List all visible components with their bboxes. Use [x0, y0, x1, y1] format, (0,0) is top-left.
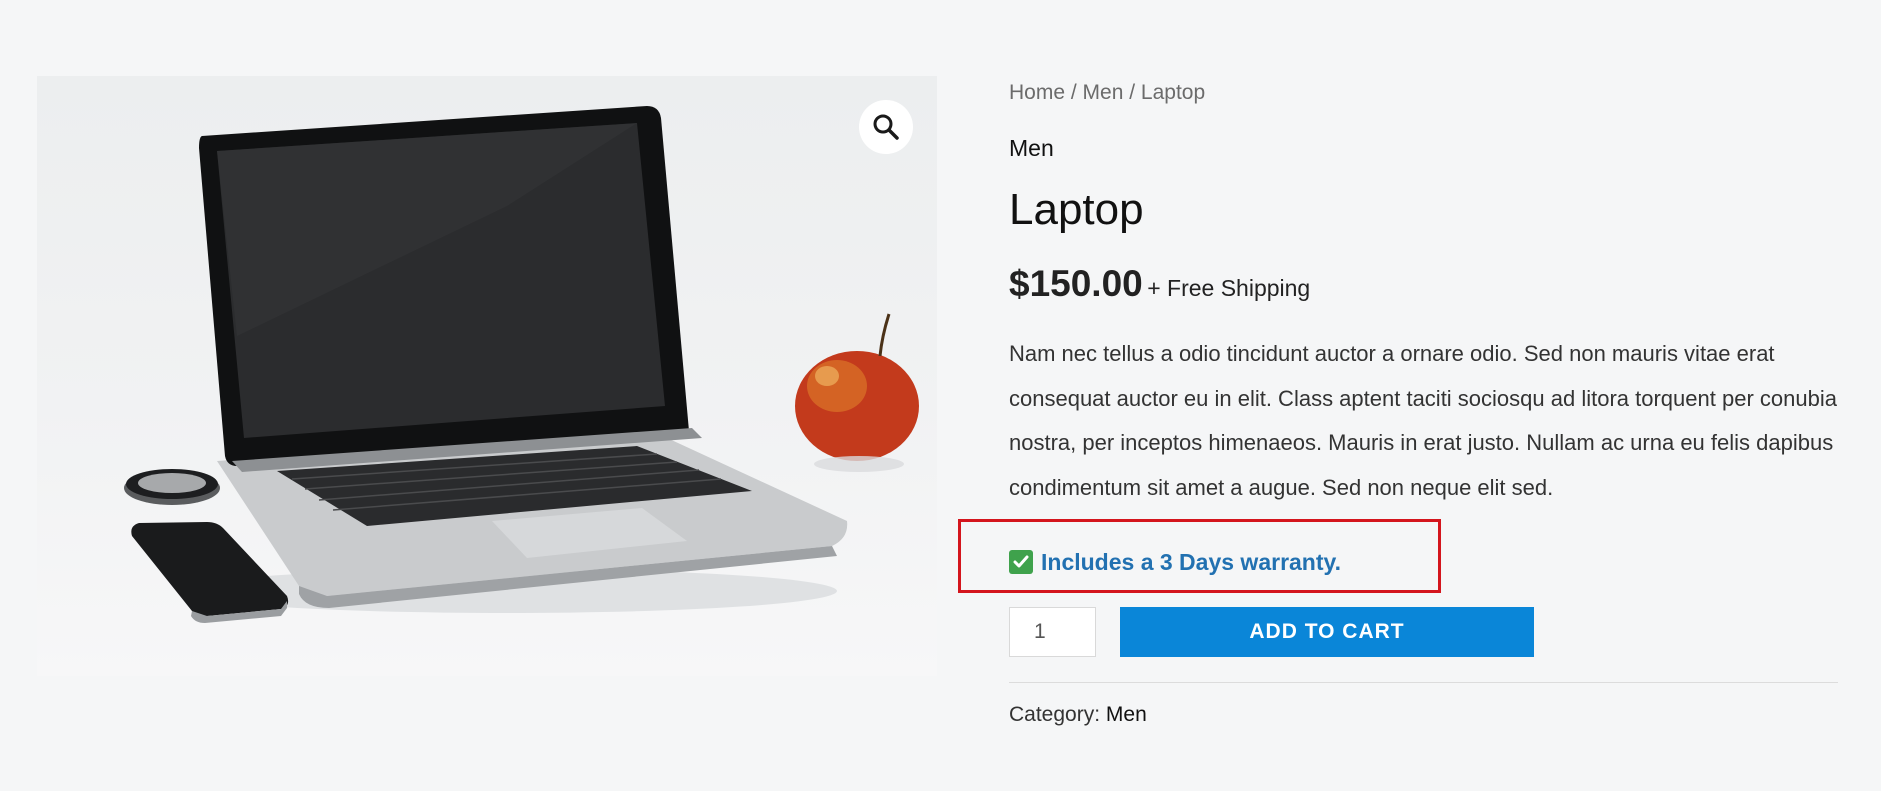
product-description: Nam nec tellus a odio tincidunt auctor a… — [1009, 341, 1837, 500]
breadcrumb: Home / Men / Laptop — [1009, 80, 1839, 106]
product-title: Laptop — [1009, 185, 1144, 234]
meta-category-link[interactable]: Men — [1106, 703, 1147, 726]
product-summary: Home / Men / Laptop Men Laptop $150.00 +… — [1009, 80, 1839, 510]
meta-label: Category: — [1009, 703, 1101, 726]
product-image-gallery[interactable] — [37, 76, 937, 676]
product-page: Home / Men / Laptop Men Laptop $150.00 +… — [0, 0, 1881, 791]
breadcrumb-separator: / — [1065, 81, 1083, 104]
breadcrumb-category-link[interactable]: Men — [1083, 81, 1124, 104]
warranty-text: Includes a 3 Days warranty. — [1041, 549, 1341, 575]
quantity-input[interactable] — [1009, 607, 1096, 657]
shipping-note: + Free Shipping — [1147, 275, 1311, 301]
zoom-button[interactable] — [859, 100, 913, 154]
breadcrumb-home-link[interactable]: Home — [1009, 81, 1065, 104]
breadcrumb-separator: / — [1123, 81, 1141, 104]
breadcrumb-current: Laptop — [1140, 81, 1206, 104]
add-to-cart-button[interactable]: ADD TO CART — [1120, 607, 1534, 657]
product-category-label: Men — [1009, 135, 1054, 161]
magnifier-icon — [873, 114, 899, 140]
check-mark-icon — [1009, 550, 1033, 574]
product-meta: Category: Men — [1009, 700, 1147, 730]
product-price: $150.00 — [1009, 263, 1143, 304]
price-row: $150.00 + Free Shipping — [1009, 260, 1839, 316]
warranty-notice: Includes a 3 Days warranty. — [1009, 545, 1341, 579]
divider — [1009, 682, 1838, 683]
product-photo — [124, 106, 919, 623]
